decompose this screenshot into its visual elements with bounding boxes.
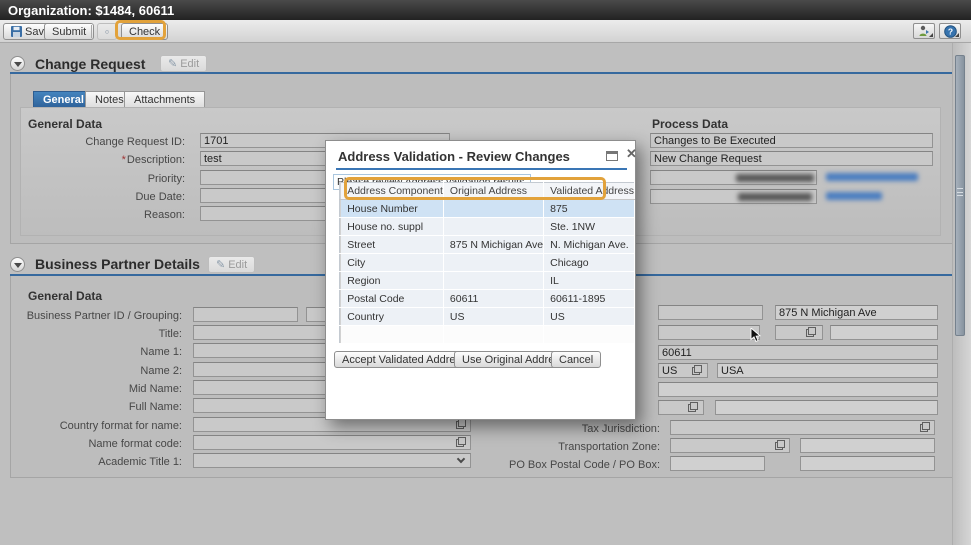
value-help-icon[interactable]	[920, 422, 930, 432]
edit-change-request-button: ✎ Edit	[160, 55, 207, 72]
postal-code-city-field[interactable]	[658, 345, 938, 360]
pencil-icon: ✎	[216, 258, 225, 271]
field-label: Reason:	[25, 209, 185, 221]
table-row[interactable]: Postal Code 60611 60611-1895	[340, 290, 635, 308]
table-row[interactable]: Region IL	[340, 272, 635, 290]
transportation-zone-field[interactable]	[670, 438, 790, 453]
mouse-cursor	[750, 328, 763, 343]
house-number-field[interactable]	[658, 305, 763, 320]
chevron-down-icon	[14, 62, 22, 67]
transportation-zone-name-field[interactable]	[800, 438, 935, 453]
field-label: Name 1:	[10, 346, 182, 358]
value-help-icon[interactable]	[692, 365, 702, 375]
submit-button[interactable]: Submit	[44, 23, 94, 40]
address-validation-dialog: Address Validation - Review Changes ✕ Pl…	[325, 140, 636, 420]
redacted-value	[736, 174, 814, 182]
table-row[interactable]: Street 875 N Michigan Ave N. Michigan Av…	[340, 236, 635, 254]
value-help-icon[interactable]	[688, 402, 698, 412]
help-button[interactable]: ?	[939, 23, 961, 39]
field-label: Name format code:	[10, 438, 182, 450]
column-header[interactable]: Original Address	[443, 183, 543, 200]
po-box-postal-code-field[interactable]	[670, 456, 765, 471]
region-name-field[interactable]	[715, 400, 938, 415]
value-help-icon[interactable]	[775, 440, 785, 450]
general-data-heading: General Data	[28, 117, 102, 131]
cancel-button[interactable]: Cancel	[551, 351, 601, 368]
toolbar-separator	[91, 25, 92, 38]
table-row[interactable]: House no. suppl Ste. 1NW	[340, 218, 635, 236]
field-label: Country format for name:	[10, 420, 182, 432]
chevron-down-icon	[14, 263, 22, 268]
column-header[interactable]: Validated Address	[544, 183, 635, 200]
process-data-heading: Process Data	[652, 117, 728, 131]
field-label: Name 2:	[10, 365, 182, 377]
country-name-field[interactable]	[717, 363, 938, 378]
academic-title-select[interactable]	[193, 453, 471, 468]
field-label: Tax Jurisdiction:	[460, 423, 660, 435]
field-label: Mid Name:	[10, 383, 182, 395]
address-extra-field[interactable]	[658, 382, 938, 397]
tax-jurisdiction-field[interactable]	[670, 420, 935, 435]
column-header[interactable]: Address Component	[341, 183, 444, 200]
pencil-icon: ✎	[168, 57, 177, 70]
edit-business-partner-button: ✎ Edit	[208, 256, 255, 273]
section-title-change-request: Change Request	[35, 56, 145, 72]
dialog-title: Address Validation - Review Changes	[338, 149, 570, 164]
main-toolbar: Save Submit Check ?	[0, 20, 971, 43]
section-title-business-partner: Business Partner Details	[35, 256, 200, 272]
maximize-icon[interactable]	[606, 151, 618, 161]
street-field[interactable]	[775, 305, 938, 320]
table-row[interactable]: House Number 875	[340, 200, 635, 218]
redacted-link	[826, 173, 918, 181]
table-row-empty	[340, 326, 635, 344]
current-step-field[interactable]	[650, 151, 933, 166]
value-help-icon[interactable]	[806, 327, 816, 337]
personalize-button[interactable]	[913, 23, 935, 39]
field-label: Transportation Zone:	[460, 441, 660, 453]
field-label: *Description:	[25, 154, 185, 166]
check-button[interactable]: Check	[121, 23, 168, 40]
district-field[interactable]	[830, 325, 938, 340]
close-icon[interactable]: ✕	[626, 146, 637, 162]
scrollbar-grip-icon	[957, 188, 963, 196]
field-label: Change Request ID:	[25, 136, 185, 148]
save-icon	[11, 26, 22, 37]
table-row[interactable]: Country US US	[340, 308, 635, 326]
field-label: Priority:	[25, 173, 185, 185]
redacted-link	[826, 192, 882, 200]
collapse-business-partner-button[interactable]	[10, 257, 25, 272]
refresh-icon	[105, 27, 109, 37]
window-titlebar: Organization: $1484, 60611	[0, 0, 971, 20]
field-label: Due Date:	[25, 191, 185, 203]
tab-attachments[interactable]: Attachments	[124, 91, 205, 108]
svg-text:?: ?	[947, 26, 952, 36]
address-validation-table: Address Component Original Address Valid…	[339, 182, 635, 344]
field-label: Title:	[10, 328, 182, 340]
status-field[interactable]	[650, 133, 933, 148]
table-header-row: Address Component Original Address Valid…	[340, 183, 635, 200]
dialog-title-underline	[336, 168, 627, 170]
field-label: PO Box Postal Code / PO Box:	[460, 459, 660, 471]
redacted-value	[738, 193, 812, 201]
refresh-button	[97, 23, 117, 40]
collapse-change-request-button[interactable]	[10, 56, 25, 71]
table-row[interactable]: City Chicago	[340, 254, 635, 272]
street2-field[interactable]	[658, 325, 760, 340]
general-data-heading: General Data	[28, 289, 102, 303]
field-label: Full Name:	[10, 401, 182, 413]
business-partner-id-field[interactable]	[193, 307, 298, 322]
field-label: Business Partner ID / Grouping:	[10, 310, 182, 322]
page-title: Organization: $1484, 60611	[8, 3, 174, 18]
name-format-code-field[interactable]	[193, 435, 471, 450]
po-box-field[interactable]	[800, 456, 935, 471]
field-label: Academic Title 1:	[10, 456, 182, 468]
